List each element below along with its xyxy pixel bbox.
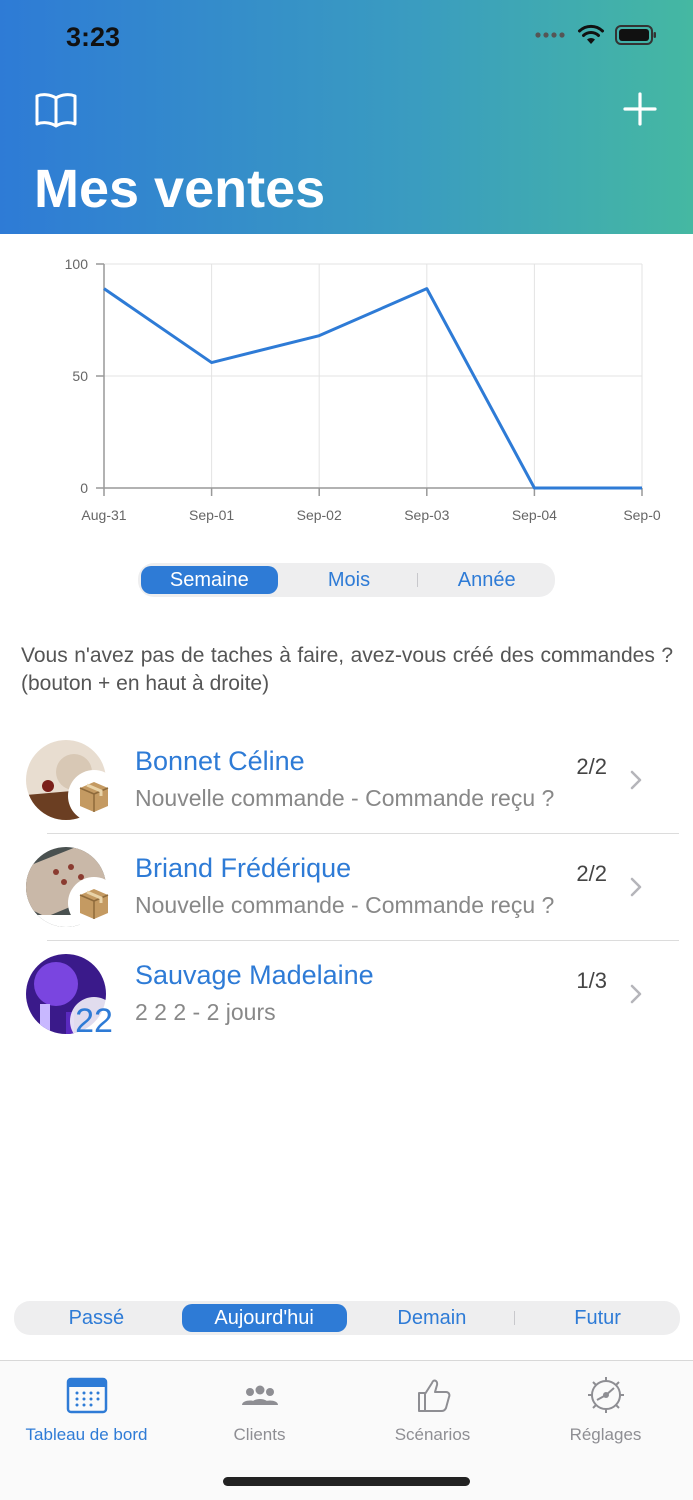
tab-clients[interactable]: Clients [173,1375,346,1445]
task-subtitle: Nouvelle commande - Commande reçu ? [135,892,555,918]
sales-chart: 100 50 0 Aug-31 Sep-01 Sep-02 Sep-03 Sep-04 Sep-… [65,256,661,523]
tab-dashboard[interactable]: Tableau de bord [0,1375,173,1445]
chevron-right-icon [630,984,642,1004]
task-count: 2/2 [576,861,607,886]
segment-semaine[interactable]: Semaine [141,566,278,594]
box-icon [68,770,120,822]
status-time: 3:23 [66,22,121,52]
calendar-icon [66,1377,107,1414]
signal-icon [535,32,565,38]
list-item[interactable]: 22 Sauvage Madelaine 2 2 2 - 2 jours 1/3 [0,941,693,1048]
segment-futur[interactable]: Futur [515,1301,680,1335]
tab-label: Scénarios [394,1425,471,1444]
day-badge: 22 [70,997,118,1045]
client-name: Bonnet Céline [135,746,305,776]
x-tick-label: Sep-01 [189,507,234,523]
x-tick-label: Aug-31 [81,507,126,523]
series-line [103,287,642,490]
tab-scenarios[interactable]: Scénarios [346,1375,519,1445]
x-tick-label: Sep-04 [512,507,557,523]
day-segmented-control[interactable]: Passé Aujourd'hui Demain Futur [14,1301,680,1335]
client-name: Sauvage Madelaine [135,960,374,990]
tab-settings[interactable]: Réglages [519,1375,692,1445]
box-icon [68,877,120,929]
chevron-right-icon [630,770,642,790]
x-tick-label: Sep-02 [297,507,342,523]
battery-icon [615,25,656,45]
x-tick-label: Sep-0 [623,507,661,523]
plus-icon[interactable] [623,92,657,126]
tasks-list: Bonnet Céline Nouvelle commande - Comman… [0,727,693,1048]
segment-ann-e[interactable]: Année [418,563,555,597]
home-indicator [223,1477,470,1486]
thumbs-up-icon [417,1379,450,1412]
status-icons [535,24,657,46]
gear-icon [587,1377,624,1413]
y-tick-label: 100 [65,256,89,272]
segment-demain[interactable]: Demain [350,1301,515,1335]
tab-label: Tableau de bord [25,1425,148,1444]
book-icon[interactable] [34,92,78,128]
page-title: Mes ventes [34,159,326,219]
task-count: 2/2 [576,754,607,779]
task-count: 1/3 [576,968,607,993]
x-tick-label: Sep-03 [404,507,449,523]
wifi-icon [578,24,604,44]
segment-mois[interactable]: Mois [281,563,418,597]
list-item[interactable]: Bonnet Céline Nouvelle commande - Comman… [0,727,693,834]
period-segmented-control[interactable]: Semaine Mois Année [138,563,555,597]
y-tick-label: 50 [72,368,88,384]
segment-pass-[interactable]: Passé [14,1301,179,1335]
people-icon [241,1385,278,1405]
header: 3:23 Mes ventes [0,0,693,234]
client-name: Briand Frédérique [135,853,352,883]
segment-aujourd-hui[interactable]: Aujourd'hui [181,1304,347,1332]
chevron-right-icon [630,877,642,897]
task-subtitle: Nouvelle commande - Commande reçu ? [135,785,555,811]
tab-label: Clients [233,1425,286,1444]
list-item[interactable]: Briand Frédérique Nouvelle commande - Co… [0,834,693,941]
tab-label: Réglages [569,1425,642,1444]
task-subtitle: 2 2 2 - 2 jours [135,999,276,1025]
empty-tasks-message: Vous n'avez pas de taches à faire, avez-… [21,644,673,695]
y-tick-label: 0 [80,480,88,496]
